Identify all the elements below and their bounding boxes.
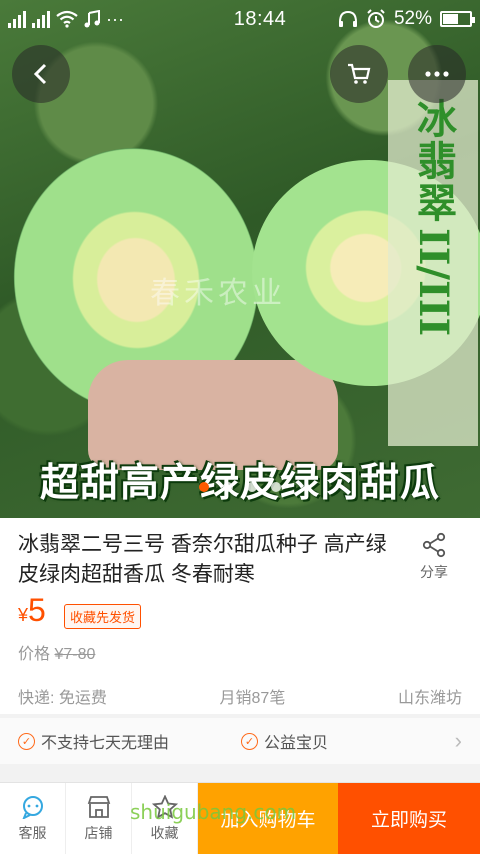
shop-label: 店铺 (84, 824, 113, 841)
shop-button[interactable]: 店铺 (66, 783, 132, 854)
cart-icon (348, 63, 371, 84)
carousel-indicator (0, 482, 480, 492)
status-bar: ··· 18:44 52% (0, 0, 480, 38)
chevron-right-icon: › (454, 728, 462, 753)
shop-icon (87, 795, 110, 818)
carousel-dot[interactable] (271, 482, 281, 492)
location: 山东潍坊 (397, 690, 462, 707)
price-value: 5 (28, 592, 46, 628)
variety-label: 冰翡翠 II/III (388, 80, 478, 446)
original-price: 价格 ¥7-80 (18, 640, 95, 664)
more-dots-icon (425, 71, 449, 77)
share-icon (422, 532, 446, 558)
bottom-action-bar: 客服 店铺 收藏 加入购物车 立即购买 (0, 782, 480, 854)
product-meta: 快递: 免运费 月销87笔 山东潍坊 (18, 684, 462, 708)
service-item: ✓ 不支持七天无理由 (18, 729, 169, 753)
check-circle-icon: ✓ (241, 732, 259, 750)
add-to-cart-button[interactable]: 加入购物车 (198, 783, 338, 854)
headphones-icon (338, 10, 357, 27)
share-button[interactable]: 分享 (406, 532, 462, 582)
signal-icon (32, 10, 50, 28)
share-label: 分享 (420, 564, 448, 580)
service-item: ✓ 公益宝贝 (241, 729, 328, 753)
back-button[interactable] (12, 45, 70, 103)
favorite-label: 收藏 (150, 824, 179, 841)
variety-numerals: II/III (410, 228, 457, 337)
service-label: 公益宝贝 (264, 735, 329, 752)
original-price-value: ¥7-80 (54, 646, 96, 663)
carousel-dot[interactable] (223, 482, 233, 492)
customer-service-label: 客服 (18, 824, 47, 841)
image-watermark: 春禾农业 (150, 276, 286, 311)
more-button[interactable] (408, 45, 466, 103)
chat-icon (22, 795, 43, 819)
price-currency: ¥ (18, 605, 29, 625)
battery-percent: 52% (393, 8, 432, 29)
battery-icon (440, 11, 475, 27)
product-info: 冰翡翠二号三号 香奈尔甜瓜种子 高产绿皮绿肉超甜香瓜 冬春耐寒 分享 ¥ 5 收… (0, 518, 480, 714)
cart-button[interactable] (330, 45, 388, 103)
music-icon (84, 10, 100, 28)
check-circle-icon: ✓ (18, 732, 35, 750)
variety-title: 冰翡翠 (410, 98, 457, 224)
status-time: 18:44 (233, 7, 287, 30)
buy-now-button[interactable]: 立即购买 (338, 783, 480, 854)
customer-service-button[interactable]: 客服 (0, 783, 66, 854)
image-banner-text: 超甜高产绿皮绿肉甜瓜 (39, 460, 440, 506)
shipping-info: 快递: 免运费 (18, 690, 107, 707)
product-title: 冰翡翠二号三号 香奈尔甜瓜种子 高产绿皮绿肉超甜香瓜 冬春耐寒 (18, 533, 387, 586)
alarm-icon (367, 9, 385, 28)
signal-icon (8, 10, 26, 28)
wifi-icon (56, 10, 78, 28)
price: ¥ 5 (18, 592, 46, 629)
service-guarantees[interactable]: ✓ 不支持七天无理由 ✓ 公益宝贝 › (0, 718, 480, 764)
carousel-dot[interactable] (199, 482, 209, 492)
service-label: 不支持七天无理由 (41, 735, 170, 752)
carousel-dot[interactable] (247, 482, 257, 492)
promo-badge: 收藏先发货 (64, 604, 142, 629)
chevron-left-icon (33, 63, 47, 85)
star-icon (151, 794, 178, 819)
favorite-button[interactable]: 收藏 (132, 783, 198, 854)
monthly-sales: 月销87笔 (219, 690, 286, 707)
more-icon: ··· (106, 8, 124, 29)
original-price-label: 价格 (18, 646, 51, 663)
